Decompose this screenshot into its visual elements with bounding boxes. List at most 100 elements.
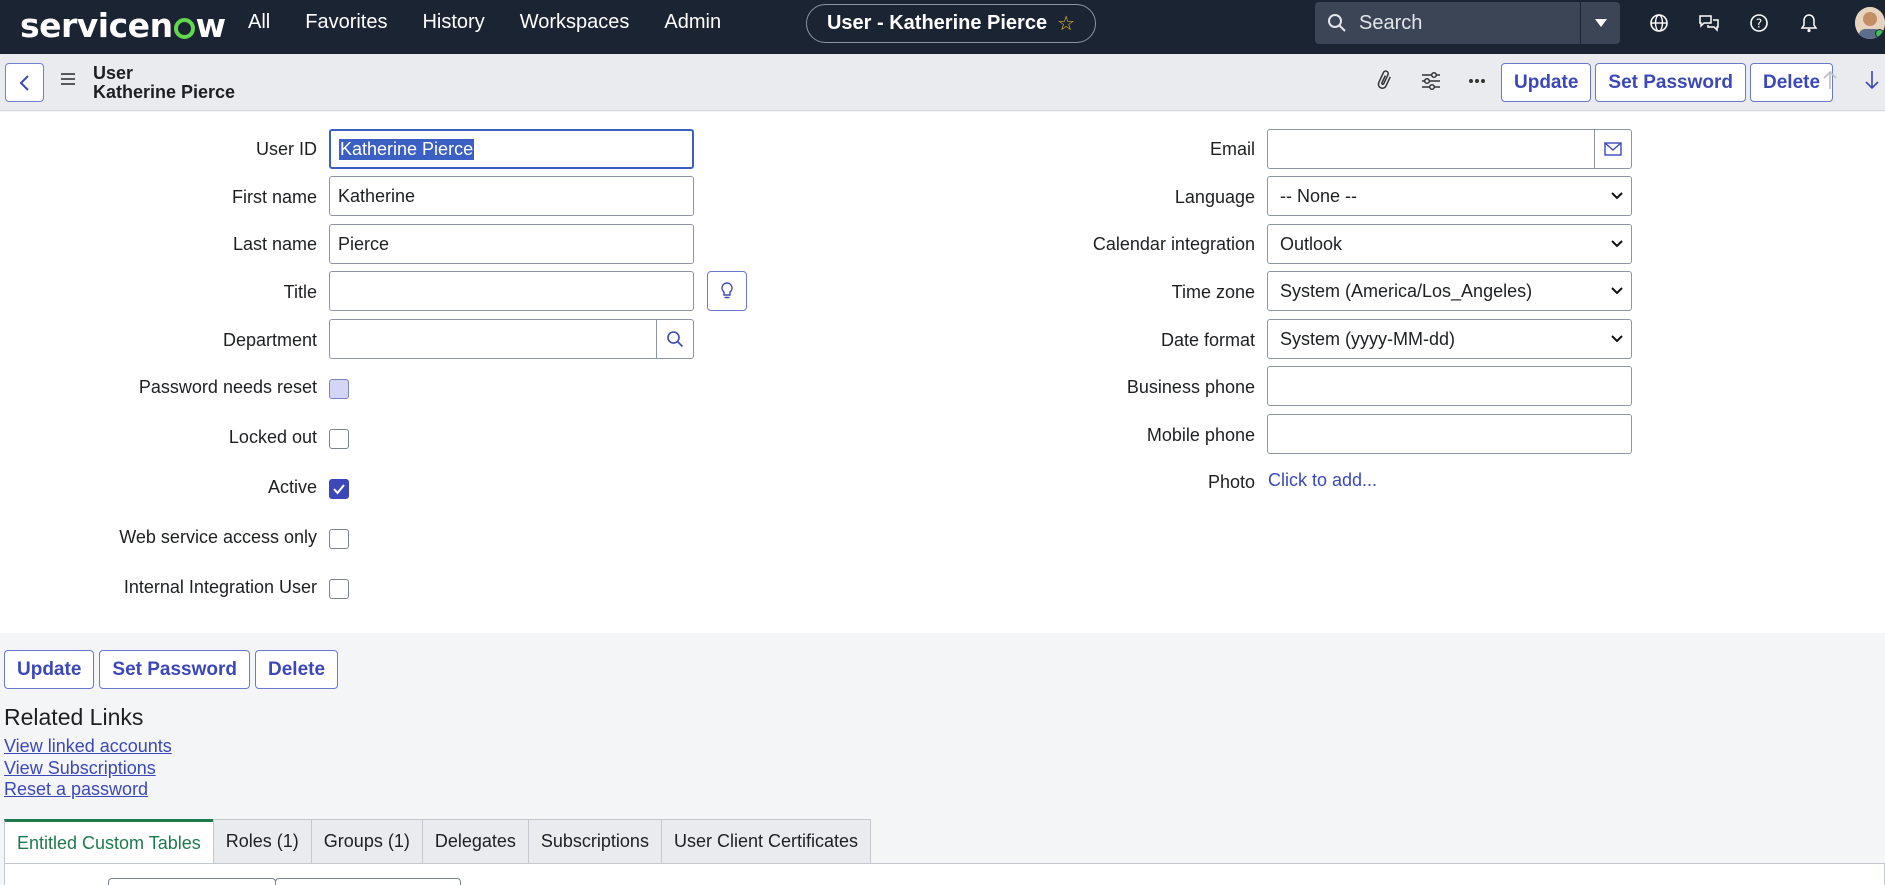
star-icon[interactable]: ☆ <box>1057 11 1075 36</box>
globe-icon[interactable] <box>1645 9 1673 37</box>
delete-button-bottom[interactable]: Delete <box>255 650 339 689</box>
update-button[interactable]: Update <box>1501 63 1592 102</box>
first-name-field[interactable]: Katherine <box>329 176 694 216</box>
related-lists-tabs: Entitled Custom Tables Roles (1) Groups … <box>4 819 872 864</box>
first-name-label: First name <box>231 187 317 207</box>
reset-password-link[interactable]: Reset a password <box>4 779 148 800</box>
search-dropdown-icon[interactable] <box>1580 2 1620 44</box>
locked-out-label: Locked out <box>228 427 317 447</box>
help-icon[interactable]: ? <box>1745 9 1773 37</box>
time-zone-select[interactable]: System (America/Los_Angeles) <box>1267 271 1632 311</box>
chat-icon[interactable] <box>1695 9 1723 37</box>
tab-delegates[interactable]: Delegates <box>421 819 529 864</box>
user-id-label: User ID <box>255 139 317 159</box>
context-menu-icon[interactable] <box>60 72 76 91</box>
mobile-phone-field[interactable] <box>1267 414 1632 454</box>
chevron-down-icon <box>1611 192 1623 200</box>
user-form: User ID Katherine Pierce First name Kath… <box>0 112 1885 633</box>
list-control-segment[interactable] <box>275 878 461 885</box>
mobile-phone-label: Mobile phone <box>1146 425 1255 445</box>
tab-groups[interactable]: Groups (1) <box>310 819 423 864</box>
set-password-button[interactable]: Set Password <box>1595 63 1747 102</box>
tab-entitled-custom-tables[interactable]: Entitled Custom Tables <box>4 819 214 864</box>
nav-history[interactable]: History <box>422 11 484 34</box>
nav-workspaces[interactable]: Workspaces <box>520 11 630 34</box>
nav-favorites[interactable]: Favorites <box>305 11 387 34</box>
last-name-field[interactable]: Pierce <box>329 224 694 264</box>
tab-roles[interactable]: Roles (1) <box>212 819 312 864</box>
time-zone-label: Time zone <box>1171 282 1255 302</box>
online-status-dot <box>1875 29 1884 38</box>
business-phone-label: Business phone <box>1126 377 1255 397</box>
top-icons: ? <box>1645 0 1823 45</box>
notification-bell-icon[interactable] <box>1795 9 1823 37</box>
tab-panel <box>4 863 1885 885</box>
header-buttons: Update Set Password Delete <box>1501 63 1834 102</box>
tab-user-client-certificates[interactable]: User Client Certificates <box>660 819 872 864</box>
record-name: Katherine Pierce <box>93 82 236 102</box>
password-needs-reset-label: Password needs reset <box>138 377 317 397</box>
time-zone-value: System (America/Los_Angeles) <box>1280 280 1533 301</box>
business-phone-field[interactable] <box>1267 366 1632 406</box>
department-lookup-search-icon[interactable] <box>656 319 694 359</box>
send-email-icon[interactable] <box>1594 129 1632 169</box>
nav-links: All Favorites History Workspaces Admin <box>248 0 721 45</box>
web-service-access-only-label: Web service access only <box>119 527 317 547</box>
internal-integration-user-label: Internal Integration User <box>123 577 317 597</box>
logo-o-mark <box>173 18 195 39</box>
department-label: Department <box>222 330 317 350</box>
more-options-icon[interactable] <box>1464 66 1490 96</box>
last-name-label: Last name <box>232 234 317 254</box>
locked-out-checkbox[interactable] <box>329 429 349 449</box>
active-checkbox[interactable] <box>329 479 349 499</box>
global-search[interactable]: Search <box>1315 2 1620 44</box>
date-format-select[interactable]: System (yyyy-MM-dd) <box>1267 319 1632 359</box>
next-record-icon[interactable] <box>1864 70 1880 95</box>
photo-label: Photo <box>1207 472 1255 492</box>
checkmark-icon <box>333 484 345 495</box>
list-control-segment[interactable] <box>108 878 276 885</box>
suggestion-lightbulb-icon[interactable] <box>707 271 747 311</box>
email-label: Email <box>1209 139 1255 159</box>
view-subscriptions-link[interactable]: View Subscriptions <box>4 758 156 779</box>
internal-integration-user-checkbox[interactable] <box>329 579 349 599</box>
web-service-access-only-checkbox[interactable] <box>329 529 349 549</box>
language-value: -- None -- <box>1280 185 1358 206</box>
previous-record-icon[interactable] <box>1822 70 1838 95</box>
date-format-label: Date format <box>1160 330 1255 350</box>
language-label: Language <box>1174 187 1255 207</box>
set-password-button-bottom[interactable]: Set Password <box>99 650 251 689</box>
nav-all[interactable]: All <box>248 11 270 34</box>
password-needs-reset-checkbox[interactable] <box>329 379 349 399</box>
title-field[interactable] <box>329 271 694 311</box>
record-title-pill[interactable]: User - Katherine Pierce ☆ <box>806 4 1096 43</box>
delete-button[interactable]: Delete <box>1750 63 1834 102</box>
view-linked-accounts-link[interactable]: View linked accounts <box>4 736 172 757</box>
calendar-integration-select[interactable]: Outlook <box>1267 224 1632 264</box>
chevron-down-icon <box>1611 240 1623 248</box>
top-navigation: servicen w All Favorites History Workspac… <box>0 0 1885 54</box>
back-button[interactable] <box>5 63 44 102</box>
search-icon <box>1315 13 1359 33</box>
nav-admin[interactable]: Admin <box>664 11 721 34</box>
tab-subscriptions[interactable]: Subscriptions <box>527 819 662 864</box>
header-icons <box>1372 66 1490 96</box>
record-type: User <box>93 63 134 83</box>
department-field[interactable] <box>329 319 657 359</box>
user-id-value: Katherine Pierce <box>339 138 475 160</box>
update-button-bottom[interactable]: Update <box>4 650 95 689</box>
personalize-form-icon[interactable] <box>1418 66 1444 96</box>
user-id-field[interactable]: Katherine Pierce <box>329 129 694 169</box>
related-links-heading: Related Links <box>4 704 144 730</box>
attachment-icon[interactable] <box>1372 66 1398 96</box>
photo-add-link[interactable]: Click to add... <box>1268 470 1377 491</box>
date-format-value: System (yyyy-MM-dd) <box>1280 328 1455 349</box>
email-field[interactable] <box>1267 129 1595 169</box>
language-select[interactable]: -- None -- <box>1267 176 1632 216</box>
chevron-down-icon <box>1611 287 1623 295</box>
record-title: User - Katherine Pierce <box>826 12 1048 34</box>
footer-buttons: Update Set Password Delete <box>4 650 339 689</box>
form-header: User Katherine Pierce Update Set Passwor… <box>0 54 1885 111</box>
servicenow-logo[interactable]: servicen w <box>20 6 226 45</box>
user-avatar[interactable] <box>1855 7 1885 39</box>
